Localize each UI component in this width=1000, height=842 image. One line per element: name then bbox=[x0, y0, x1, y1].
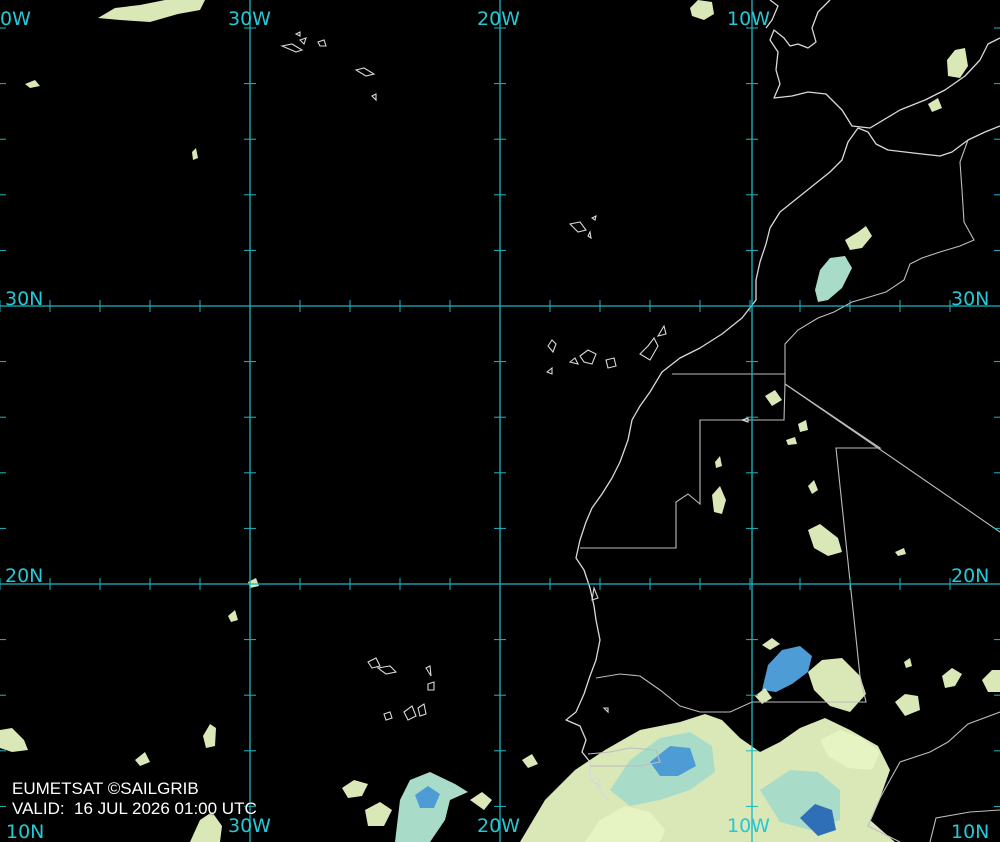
source-credit: EUMETSAT ©SAILGRIB bbox=[12, 779, 199, 798]
lon-label-10w-bottom: 10W bbox=[727, 815, 770, 837]
lat-label-10n-bottom-right: 10N bbox=[951, 821, 989, 842]
satellite-map: 0W 30W 20W 10W 30N 30N 20N 20N 10N 30W 2… bbox=[0, 0, 1000, 842]
grid-labels: 0W 30W 20W 10W 30N 30N 20N 20N 10N 30W 2… bbox=[0, 8, 989, 842]
lat-label-20n-right: 20N bbox=[951, 565, 989, 587]
lon-label-20w-bottom: 20W bbox=[477, 815, 520, 837]
valid-time: 16 JUL 2026 01:00 UTC bbox=[74, 799, 257, 818]
lat-label-20n-left: 20N bbox=[5, 565, 43, 587]
lon-label-20w-top: 20W bbox=[477, 8, 520, 30]
lat-label-30n-right: 30N bbox=[951, 288, 989, 310]
valid-prefix: VALID: bbox=[12, 799, 65, 818]
lat-label-30n-left: 30N bbox=[5, 288, 43, 310]
valid-time-line: VALID: 16 JUL 2026 01:00 UTC bbox=[12, 799, 257, 819]
lon-label-30w-top: 30W bbox=[228, 8, 271, 30]
lat-label-10n-bottom-left: 10N bbox=[6, 821, 44, 842]
graticule bbox=[0, 0, 1000, 842]
lon-label-left-top: 0W bbox=[0, 8, 31, 30]
lon-label-10w-top: 10W bbox=[727, 8, 770, 30]
coastline-layer bbox=[280, 0, 1000, 842]
